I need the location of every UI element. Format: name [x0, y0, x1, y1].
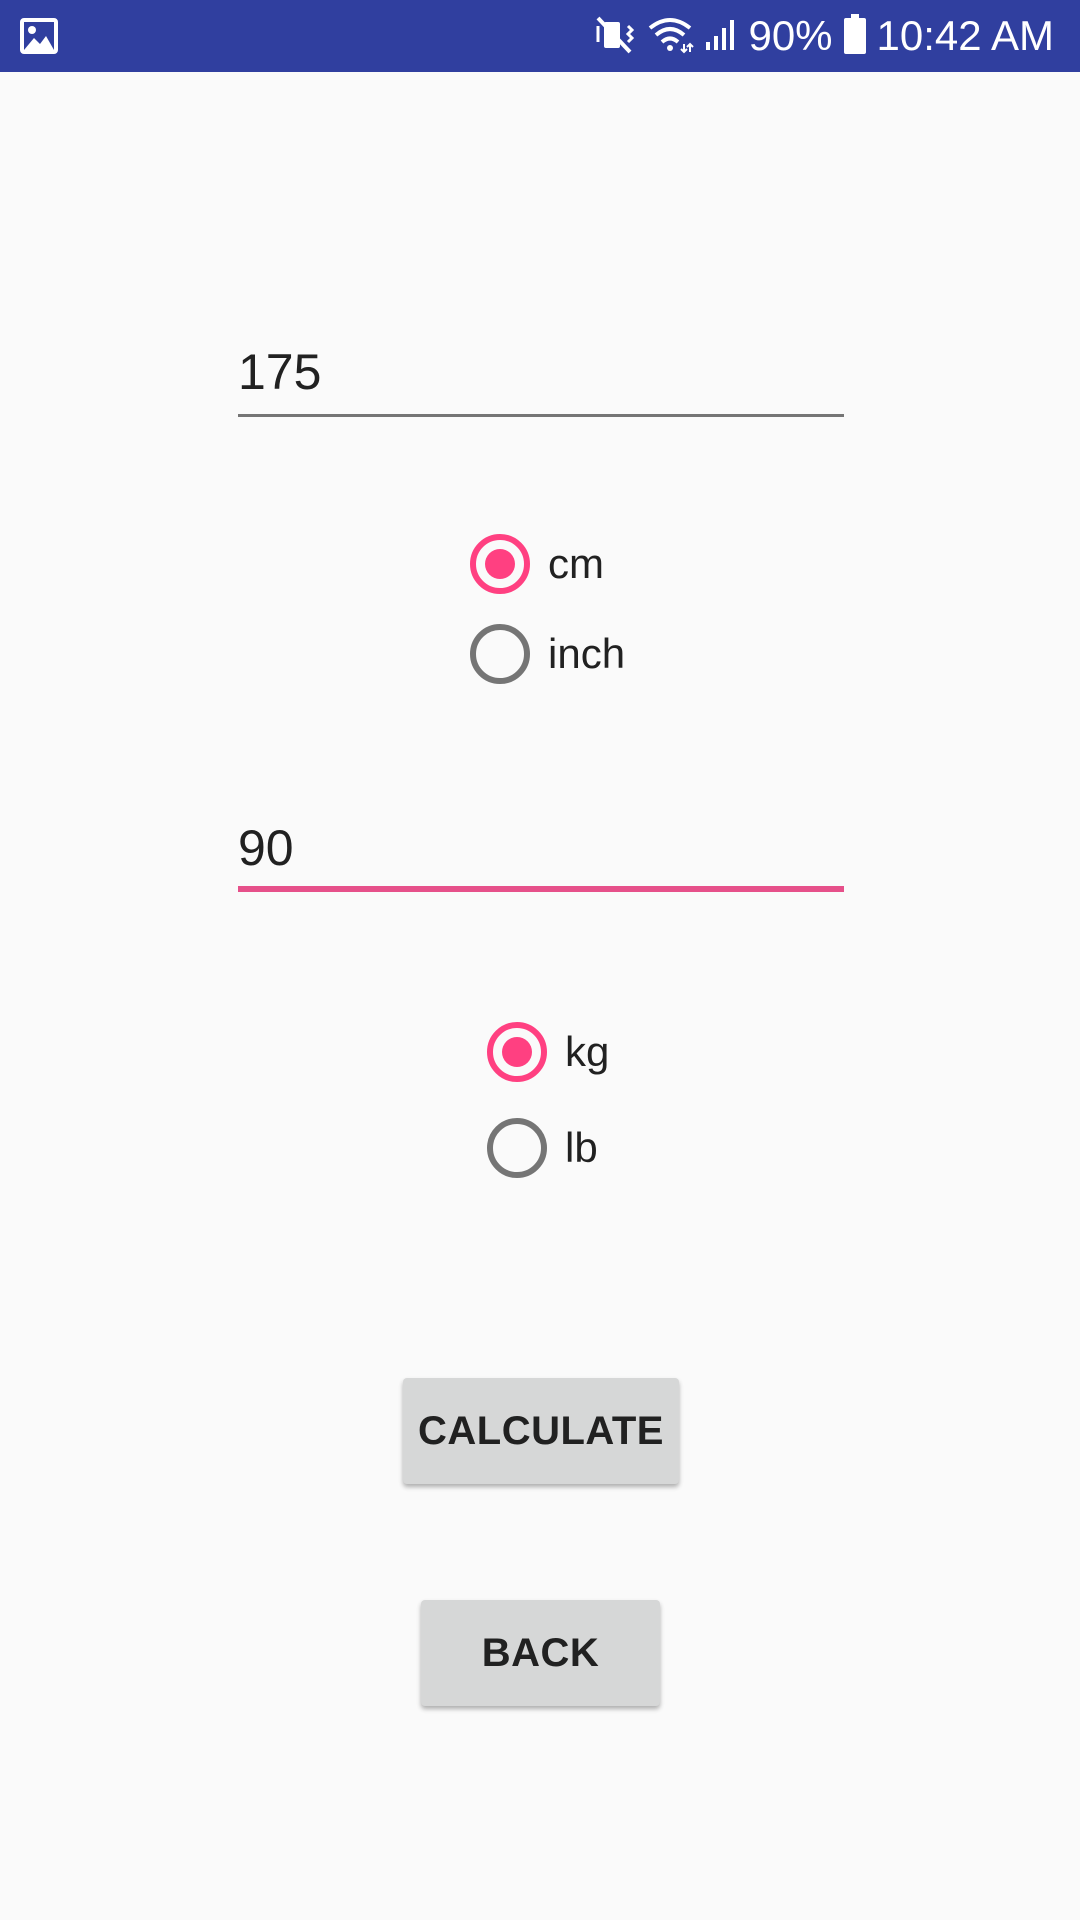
radio-button-unchecked[interactable]: [487, 1118, 547, 1178]
calculate-button[interactable]: CALCULATE: [403, 1378, 679, 1484]
height-underline: [238, 414, 844, 417]
wifi-icon: [646, 14, 695, 59]
height-input[interactable]: 175: [238, 342, 844, 418]
height-value: 175: [238, 344, 322, 400]
status-bar: 90% 10:42 AM: [0, 0, 1080, 72]
radio-lb[interactable]: lb: [487, 1118, 598, 1178]
weight-underline-focused: [238, 886, 844, 892]
radio-button-checked[interactable]: [470, 534, 530, 594]
back-button[interactable]: BACK: [421, 1600, 660, 1706]
radio-button-unchecked[interactable]: [470, 624, 530, 684]
radio-label-cm: cm: [548, 540, 604, 587]
status-icons: 90% 10:42 AM: [594, 0, 1054, 72]
radio-label-lb: lb: [565, 1124, 598, 1171]
radio-cm[interactable]: cm: [470, 534, 604, 594]
clock: 10:42 AM: [876, 12, 1054, 59]
battery-icon: [843, 13, 867, 60]
signal-icon: [704, 16, 738, 57]
radio-button-checked[interactable]: [487, 1022, 547, 1082]
radio-label-kg: kg: [565, 1028, 610, 1075]
radio-label-inch: inch: [548, 630, 626, 677]
weight-input[interactable]: 90: [238, 818, 844, 894]
battery-percent: 90%: [748, 12, 833, 59]
weight-value: 90: [238, 820, 294, 876]
image-icon: [20, 18, 58, 59]
vibrate-mute-icon: [594, 14, 636, 59]
radio-kg[interactable]: kg: [487, 1022, 609, 1082]
radio-inch[interactable]: inch: [470, 624, 625, 684]
